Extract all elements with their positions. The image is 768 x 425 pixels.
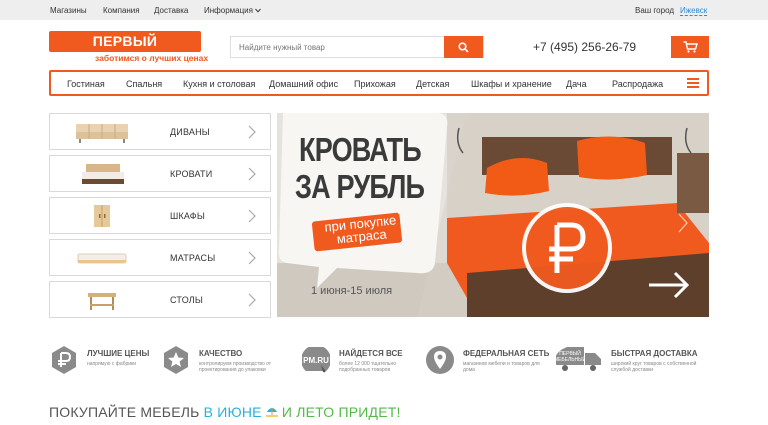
star-icon	[164, 346, 188, 374]
banner-headline-2: ЗА РУБЛЬ	[295, 168, 425, 205]
feature-title: БЫСТРАЯ ДОСТАВКА	[611, 349, 698, 358]
mattress-image	[77, 253, 127, 264]
chevron-right-icon	[248, 125, 256, 139]
feature-title: ФЕДЕРАЛЬНАЯ СЕТЬ	[463, 349, 550, 358]
category-mattresses[interactable]: МАТРАСЫ	[49, 239, 271, 276]
hamburger-icon[interactable]	[687, 78, 699, 88]
banner-dates: 1 июня-15 июля	[311, 285, 393, 297]
city-label: Ваш город	[635, 6, 675, 15]
truck-icon: ПЕРВЫЙМЕБЕЛЬНЫЙ	[555, 347, 601, 371]
category-wardrobes[interactable]: ШКАФЫ	[49, 197, 271, 234]
phone-number[interactable]: +7 (495) 256-26-79	[533, 40, 636, 54]
sofa-image	[76, 124, 128, 143]
nav-item-home-office[interactable]: Домашний офис	[269, 79, 338, 89]
cart-button[interactable]	[671, 36, 709, 58]
feature-best-prices: ЛУЧШИЕ ЦЕНЫ напрямую с фабрики	[49, 345, 169, 381]
feature-subtitle: более 12 000 тщательно подобранных товар…	[339, 361, 397, 373]
chevron-right-icon	[248, 293, 256, 307]
topbar-link-company[interactable]: Компания	[103, 6, 140, 15]
category-label: ШКАФЫ	[170, 211, 206, 221]
chevron-right-icon	[248, 209, 256, 223]
feature-title: ЛУЧШИЕ ЦЕНЫ	[87, 349, 150, 358]
svg-text:МЕБЕЛЬНЫЙ: МЕБЕЛЬНЫЙ	[555, 355, 587, 363]
category-beds[interactable]: КРОВАТИ	[49, 155, 271, 192]
map-pin-icon	[426, 346, 454, 374]
promo-banner[interactable]: КРОВАТЬ ЗА РУБЛЬ при покупке матраса 1 и…	[277, 113, 709, 317]
nav-item-storage[interactable]: Шкафы и хранение	[471, 79, 552, 89]
feature-subtitle: магазинов мебели и товаров для дома	[463, 361, 540, 373]
chevron-right-icon	[248, 251, 256, 265]
promo-heading: ПОКУПАЙТЕ МЕБЕЛЬ В ИЮНЕ И ЛЕТО ПРИДЕТ!	[49, 404, 401, 420]
nav-item-hallway[interactable]: Прихожая	[354, 79, 396, 89]
category-label: МАТРАСЫ	[170, 253, 216, 263]
svg-text:ПЕРВЫЙ: ПЕРВЫЙ	[559, 349, 581, 357]
feature-quality: КАЧЕСТВО контролируем производство от пр…	[161, 345, 291, 381]
logo-text: ПЕРВЫЙ МЕБЕЛЬНЫЙ	[49, 31, 201, 70]
city-selector: Ваш город Ижевск	[635, 6, 708, 16]
category-tables[interactable]: СТОЛЫ	[49, 281, 271, 318]
nav-item-dacha[interactable]: Дача	[566, 79, 587, 89]
main-nav: Гостиная Спальня Кухня и столовая Домашн…	[49, 70, 709, 96]
chevron-down-icon	[255, 8, 262, 13]
topbar-link-info[interactable]: Информация	[204, 6, 262, 15]
feature-title: НАЙДЕТСЯ ВСЕ	[339, 349, 403, 358]
feature-subtitle: контролируем производство от проектирова…	[199, 361, 272, 373]
feature-everything: PM.RU НАЙДЕТСЯ ВСЕ более 12 000 тщательн…	[301, 345, 421, 381]
logo[interactable]: ПЕРВЫЙ МЕБЕЛЬНЫЙ заботимся о лучших цена…	[49, 31, 208, 70]
ruble-icon	[52, 346, 76, 374]
promo-text-2: В ИЮНЕ	[203, 404, 262, 420]
feature-subtitle: напрямую с фабрики	[87, 361, 137, 367]
promo-text-1: ПОКУПАЙТЕ МЕБЕЛЬ	[49, 404, 204, 420]
table-image	[88, 293, 116, 310]
feature-federal-network: ФЕДЕРАЛЬНАЯ СЕТЬ магазинов мебели и това…	[425, 345, 549, 381]
feature-fast-delivery: ПЕРВЫЙ МЕБЕЛЬНЫЙ БЫСТРАЯ ДОСТАВКА широкий…	[555, 345, 710, 381]
chevron-right-icon	[248, 167, 256, 181]
feature-title: КАЧЕСТВО	[199, 349, 243, 358]
banner-headline-1: КРОВАТЬ	[299, 131, 422, 168]
cart-icon	[683, 41, 698, 53]
topbar-link-stores[interactable]: Магазины	[50, 6, 87, 15]
nav-item-sale[interactable]: Распродажа	[612, 79, 663, 89]
category-label: ДИВАНЫ	[170, 127, 210, 137]
category-sofas[interactable]: ДИВАНЫ	[49, 113, 271, 150]
category-label: СТОЛЫ	[170, 295, 204, 305]
topbar-link-delivery[interactable]: Доставка	[154, 6, 188, 15]
search-button[interactable]	[444, 36, 483, 58]
nav-item-kids[interactable]: Детская	[416, 79, 449, 89]
svg-text:PM.RU: PM.RU	[303, 356, 329, 365]
feature-subtitle: широкий круг товаров с собственной служб…	[611, 361, 697, 373]
nav-item-living-room[interactable]: Гостиная	[67, 79, 105, 89]
beach-umbrella-icon	[265, 408, 278, 417]
search-bar	[230, 36, 484, 58]
pm-ru-icon: PM.RU	[302, 347, 330, 373]
category-label: КРОВАТИ	[170, 169, 213, 179]
logo-tagline: заботимся о лучших ценах	[95, 53, 209, 63]
wardrobe-image	[94, 205, 110, 227]
promo-text-3: И ЛЕТО ПРИДЕТ!	[277, 404, 401, 420]
bed-image	[82, 164, 124, 184]
search-input[interactable]	[231, 37, 446, 57]
nav-item-kitchen[interactable]: Кухня и столовая	[183, 79, 255, 89]
city-link[interactable]: Ижевск	[680, 6, 708, 16]
top-bar: Магазины Компания Доставка Информация Ва…	[0, 0, 768, 20]
search-icon	[458, 41, 469, 53]
nav-item-bedroom[interactable]: Спальня	[126, 79, 162, 89]
